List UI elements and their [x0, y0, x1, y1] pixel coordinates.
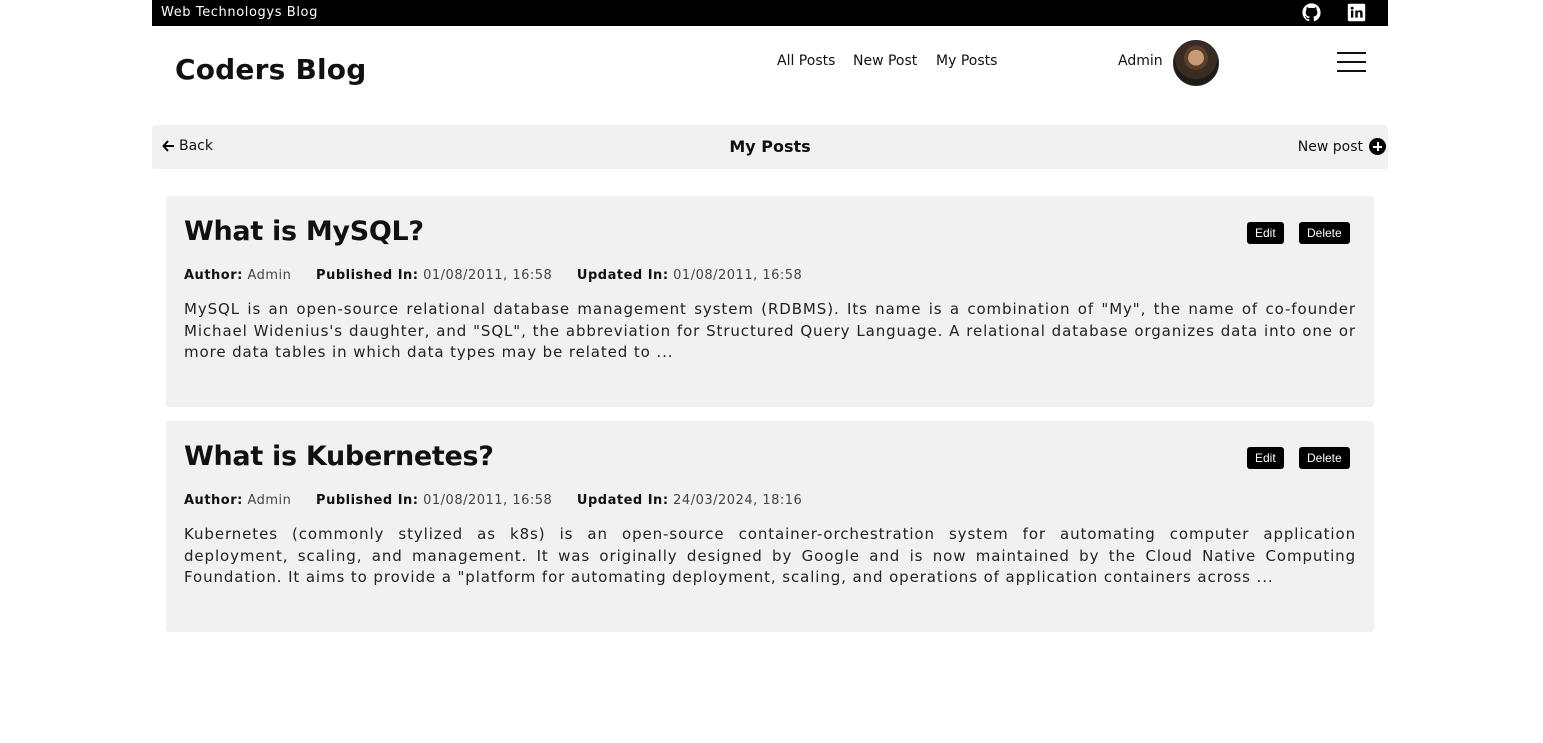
github-icon[interactable]	[1302, 3, 1321, 22]
new-post-label: New post	[1297, 138, 1363, 155]
post-excerpt: MySQL is an open-source relational datab…	[184, 300, 1356, 361]
author-value: Admin	[247, 268, 292, 283]
updated-value: 24/03/2024, 18:16	[673, 493, 803, 508]
post-title[interactable]: What is MySQL?	[184, 216, 424, 247]
linkedin-icon[interactable]	[1347, 3, 1366, 22]
updated-label: Updated In:	[576, 493, 669, 508]
author-value: Admin	[247, 493, 292, 508]
author-label: Author:	[184, 268, 243, 283]
new-post-button[interactable]: New post	[1298, 138, 1386, 155]
edit-button[interactable]: Edit	[1247, 447, 1284, 469]
post-card: What is MySQL? Edit Delete Author: Admin…	[166, 196, 1374, 407]
user-name[interactable]: Admin	[1118, 53, 1163, 69]
post-meta: Author: Admin Published In: 01/08/2011, …	[184, 493, 822, 508]
published-value: 01/08/2011, 16:58	[423, 493, 553, 508]
post-excerpt: Kubernetes (commonly stylized as k8s) is…	[184, 525, 1356, 586]
nav-all-posts[interactable]: All Posts	[777, 53, 835, 69]
published-value: 01/08/2011, 16:58	[423, 268, 553, 283]
edit-button[interactable]: Edit	[1247, 222, 1284, 244]
menu-icon[interactable]	[1337, 52, 1366, 72]
nav-new-post[interactable]: New Post	[853, 53, 917, 69]
plus-circle-icon	[1369, 138, 1386, 155]
avatar[interactable]	[1173, 40, 1219, 86]
nav-my-posts[interactable]: My Posts	[936, 53, 997, 69]
delete-button[interactable]: Delete	[1299, 222, 1350, 244]
author-label: Author:	[184, 493, 243, 508]
site-brand[interactable]: Coders Blog	[175, 53, 366, 86]
updated-value: 01/08/2011, 16:58	[673, 268, 803, 283]
page-title: My Posts	[729, 137, 811, 156]
delete-button[interactable]: Delete	[1299, 447, 1350, 469]
post-meta: Author: Admin Published In: 01/08/2011, …	[184, 268, 822, 283]
post-card: What is Kubernetes? Edit Delete Author: …	[166, 421, 1374, 632]
updated-label: Updated In:	[576, 268, 669, 283]
top-strip: Web Technologys Blog	[152, 0, 1388, 26]
post-title[interactable]: What is Kubernetes?	[184, 441, 494, 472]
published-label: Published In:	[316, 268, 419, 283]
page-toolbar: Back My Posts New post	[152, 125, 1388, 169]
site-tagline: Web Technologys Blog	[161, 5, 318, 20]
published-label: Published In:	[316, 493, 419, 508]
